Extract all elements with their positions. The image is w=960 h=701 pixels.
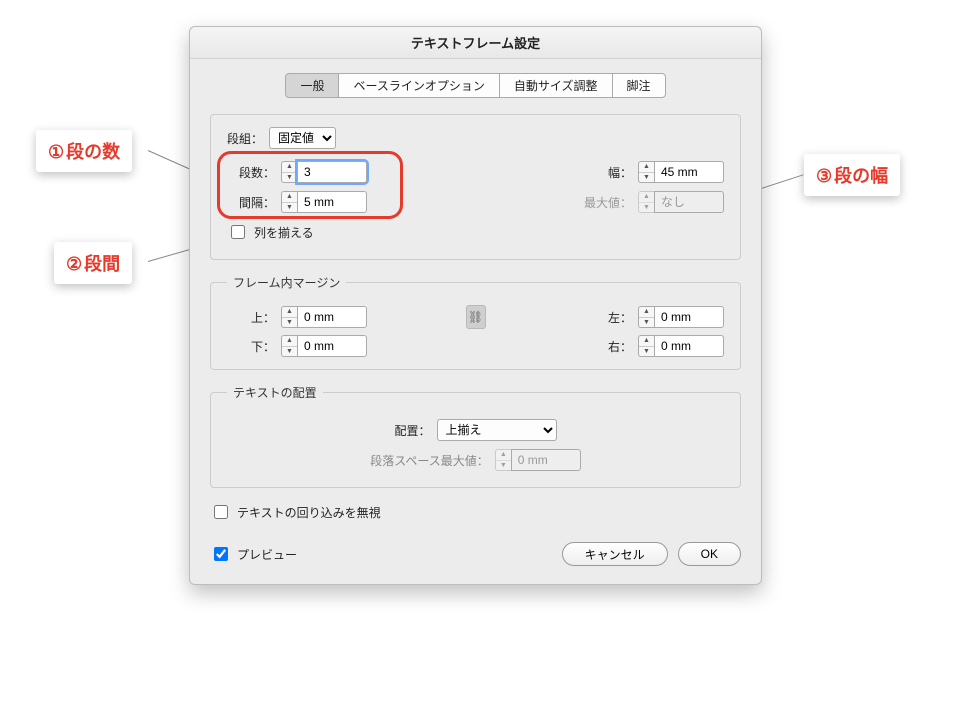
columns-group: 段組： 固定値 段数： ▲▼ 間隔：: [210, 114, 741, 260]
tab-autosize[interactable]: 自動サイズ調整: [499, 73, 613, 98]
callout-3-num: ③: [816, 166, 832, 186]
inset-bottom-input[interactable]: [297, 335, 367, 357]
tab-general[interactable]: 一般: [285, 73, 339, 98]
tab-footnotes[interactable]: 脚注: [612, 73, 666, 98]
callout-2-text: 段間: [84, 254, 120, 274]
column-gutter-input[interactable]: [297, 191, 367, 213]
ignore-wrap-checkbox[interactable]: テキストの回り込みを無視: [210, 502, 381, 522]
align-label: 配置：: [394, 422, 430, 439]
callout-2: ②段間: [54, 242, 132, 284]
callout-2-num: ②: [66, 254, 82, 274]
gutter-label: 間隔：: [227, 194, 275, 211]
callout-3: ③段の幅: [804, 154, 900, 196]
inset-top-input[interactable]: [297, 306, 367, 328]
inset-legend: フレーム内マージン: [227, 274, 346, 291]
inset-right-label: 右：: [584, 338, 632, 355]
ok-button[interactable]: OK: [678, 542, 741, 566]
balance-columns-label: 列を揃える: [254, 224, 314, 241]
preview-checkbox[interactable]: プレビュー: [210, 544, 297, 564]
align-group: テキストの配置 配置： 上揃え 段落スペース最大値： ▲▼ 0 mm: [210, 384, 741, 488]
inset-left-input[interactable]: [654, 306, 724, 328]
column-type-select[interactable]: 固定値: [269, 127, 336, 149]
callout-1: ①段の数: [36, 130, 132, 172]
inset-top-label: 上：: [227, 309, 275, 326]
inset-bottom-field[interactable]: ▲▼: [281, 335, 367, 357]
tab-bar: 一般 ベースラインオプション 自動サイズ調整 脚注: [210, 73, 741, 98]
text-frame-options-dialog: テキストフレーム設定 一般 ベースラインオプション 自動サイズ調整 脚注 段組：…: [189, 26, 762, 585]
count-label: 段数：: [227, 164, 275, 181]
para-space-value: 0 mm: [511, 449, 581, 471]
balance-columns-checkbox[interactable]: 列を揃える: [227, 222, 314, 242]
inset-left-label: 左：: [584, 309, 632, 326]
preview-label: プレビュー: [237, 546, 297, 563]
column-width-input[interactable]: [654, 161, 724, 183]
inset-bottom-label: 下：: [227, 338, 275, 355]
column-count-input[interactable]: [297, 161, 367, 183]
width-label: 幅：: [572, 164, 632, 181]
callout-3-text: 段の幅: [834, 166, 888, 186]
column-count-field[interactable]: ▲▼: [281, 161, 367, 183]
tab-baseline[interactable]: ベースラインオプション: [338, 73, 499, 98]
align-select[interactable]: 上揃え: [437, 419, 557, 441]
columns-legend: 段組：: [227, 130, 263, 147]
align-legend: テキストの配置: [227, 384, 323, 401]
ignore-wrap-label: テキストの回り込みを無視: [237, 504, 381, 521]
inset-right-field[interactable]: ▲▼: [638, 335, 724, 357]
inset-left-field[interactable]: ▲▼: [638, 306, 724, 328]
column-max-field: ▲▼ なし: [638, 191, 724, 213]
inset-right-input[interactable]: [654, 335, 724, 357]
inset-group: フレーム内マージン 上： ▲▼ ⛓ 左： ▲▼: [210, 274, 741, 370]
column-width-field[interactable]: ▲▼: [638, 161, 724, 183]
callout-1-num: ①: [48, 142, 64, 162]
inset-top-field[interactable]: ▲▼: [281, 306, 367, 328]
link-icon[interactable]: ⛓: [466, 305, 486, 329]
column-gutter-field[interactable]: ▲▼: [281, 191, 367, 213]
max-label: 最大値：: [572, 194, 632, 211]
cancel-button[interactable]: キャンセル: [562, 542, 668, 566]
para-space-field: ▲▼ 0 mm: [495, 449, 581, 471]
column-max-value: なし: [654, 191, 724, 213]
para-space-label: 段落スペース最大値：: [370, 452, 489, 469]
callout-1-text: 段の数: [66, 142, 120, 162]
dialog-title: テキストフレーム設定: [190, 27, 761, 59]
